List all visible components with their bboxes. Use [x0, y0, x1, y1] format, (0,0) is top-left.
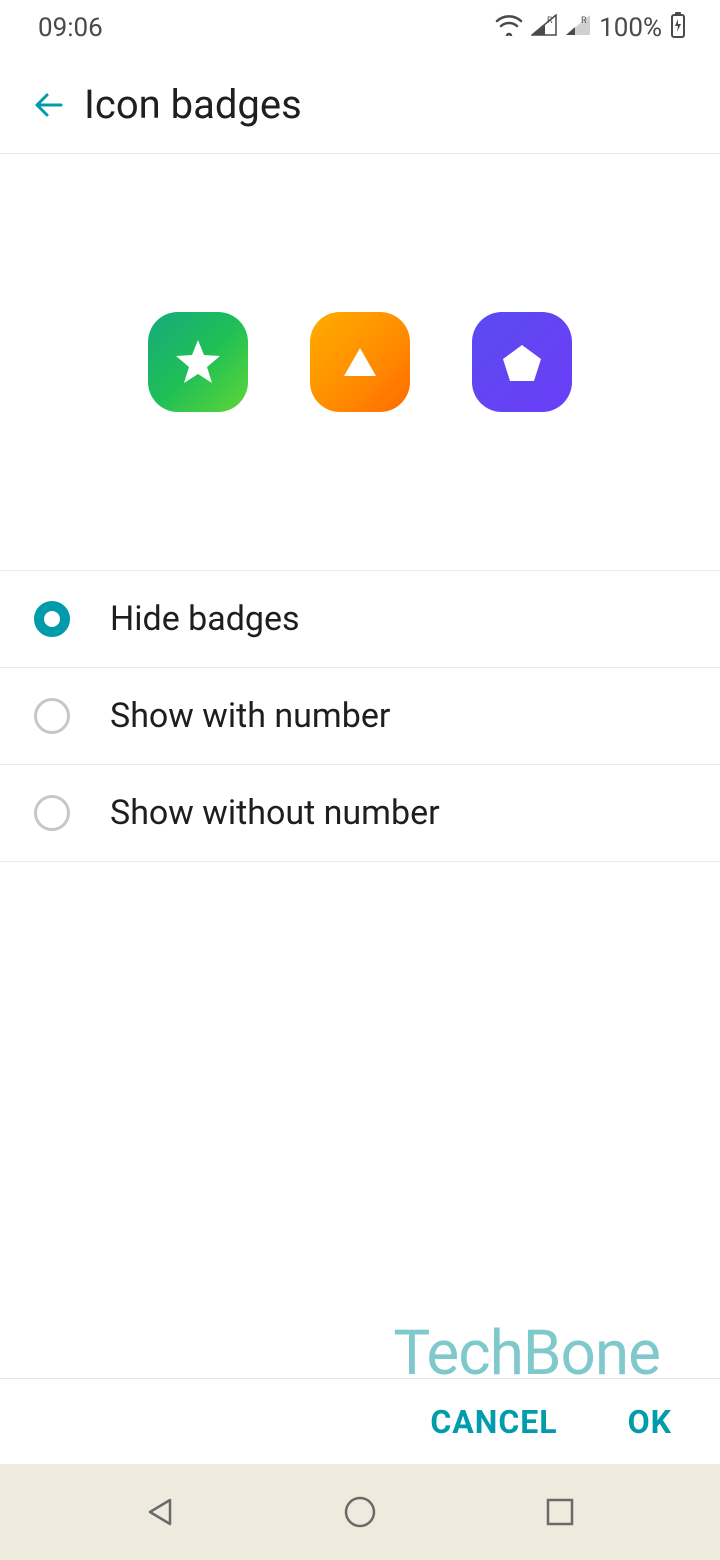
button-bar: CANCEL OK: [0, 1378, 720, 1464]
signal-1-icon: R: [531, 13, 557, 43]
radio-selected-icon: [34, 601, 70, 637]
navigation-bar: [0, 1464, 720, 1560]
ok-button[interactable]: OK: [628, 1403, 672, 1441]
radio-unselected-icon: [34, 698, 70, 734]
page-title: Icon badges: [84, 81, 302, 128]
option-show-with-number[interactable]: Show with number: [0, 668, 720, 765]
status-right: R R 100%: [495, 12, 686, 45]
preview-icon-star: [148, 312, 248, 412]
back-button[interactable]: [24, 78, 78, 132]
cancel-button[interactable]: CANCEL: [430, 1403, 557, 1441]
preview-icon-pentagon: [472, 312, 572, 412]
battery-icon: [670, 12, 686, 45]
option-label: Show without number: [110, 793, 440, 833]
radio-unselected-icon: [34, 795, 70, 831]
badge-preview: [0, 154, 720, 571]
options-list: Hide badges Show with number Show withou…: [0, 571, 720, 862]
option-show-without-number[interactable]: Show without number: [0, 765, 720, 862]
svg-text:R: R: [547, 16, 553, 26]
option-hide-badges[interactable]: Hide badges: [0, 571, 720, 668]
nav-back-button[interactable]: [135, 1487, 185, 1537]
wifi-icon: [495, 13, 523, 43]
option-label: Show with number: [110, 696, 390, 736]
header: Icon badges: [0, 56, 720, 154]
svg-text:R: R: [581, 16, 587, 26]
option-label: Hide badges: [110, 599, 300, 639]
status-bar: 09:06 R R 100%: [0, 0, 720, 56]
nav-home-button[interactable]: [335, 1487, 385, 1537]
preview-icon-triangle: [310, 312, 410, 412]
signal-2-icon: R: [565, 13, 591, 43]
nav-recent-button[interactable]: [535, 1487, 585, 1537]
battery-pct: 100%: [599, 13, 662, 43]
status-time: 09:06: [38, 13, 103, 43]
